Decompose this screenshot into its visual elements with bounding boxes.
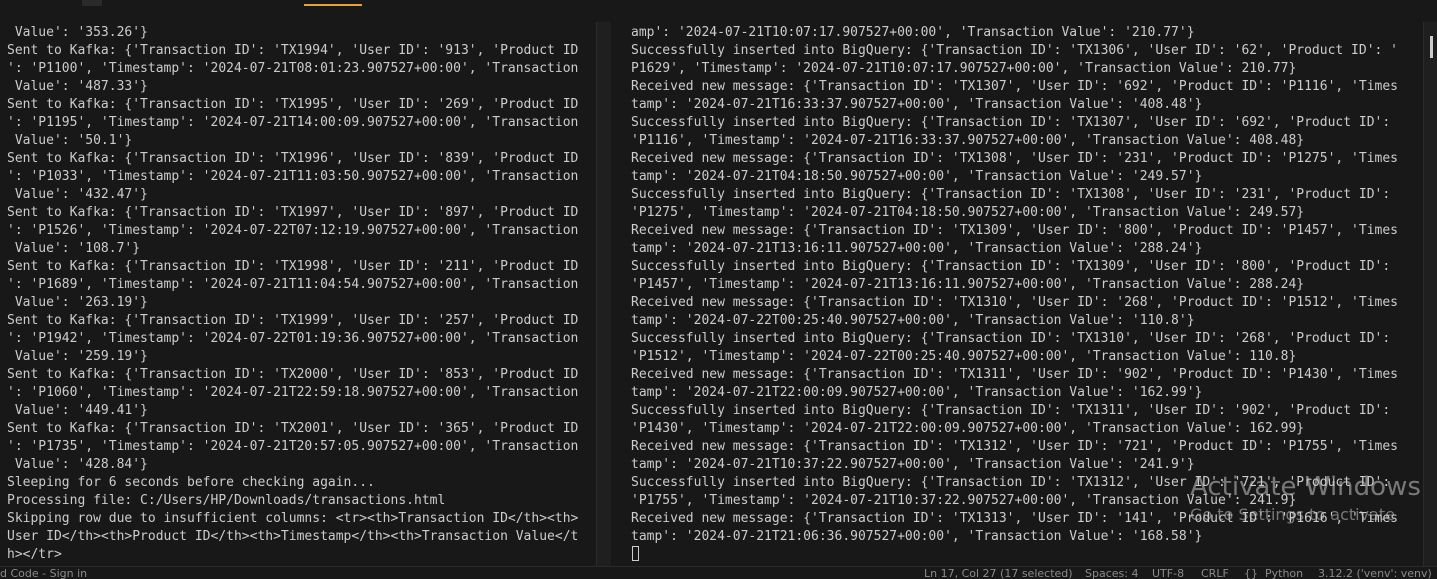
terminal-line: P1629', 'Timestamp': '2024-07-21T10:07:1…	[631, 61, 1297, 76]
terminal-line: Sent to Kafka: {'Transaction ID': 'TX199…	[7, 205, 579, 220]
terminal-line: User ID</th><th>Product ID</th><th>Times…	[7, 529, 579, 544]
status-line-ending[interactable]: CRLF	[1201, 567, 1229, 579]
terminal-line: Received new message: {'Transaction ID':…	[631, 439, 1399, 454]
terminal-line: Sent to Kafka: {'Transaction ID': 'TX200…	[7, 367, 579, 382]
terminal-line: Successfully inserted into BigQuery: {'T…	[631, 403, 1391, 418]
terminal-line: Sent to Kafka: {'Transaction ID': 'TX199…	[7, 43, 579, 58]
status-cursor-position[interactable]: Ln 17, Col 27 (17 selected)	[924, 567, 1073, 579]
terminal-line: 'P1275', 'Timestamp': '2024-07-21T04:18:…	[631, 205, 1305, 220]
terminal-line: Sent to Kafka: {'Transaction ID': 'TX200…	[7, 421, 579, 436]
terminal-line: Successfully inserted into BigQuery: {'T…	[631, 115, 1391, 130]
status-python-interpreter[interactable]: 3.12.2 ('venv': venv)	[1318, 567, 1432, 579]
status-indentation[interactable]: Spaces: 4	[1085, 567, 1138, 579]
terminal-line: 'P1116', 'Timestamp': '2024-07-21T16:33:…	[631, 133, 1305, 148]
terminal-line: tamp': '2024-07-22T00:25:40.907527+00:00…	[631, 313, 1195, 328]
terminal-line: Value': '353.26'}	[7, 25, 148, 40]
editor-tab[interactable]	[82, 0, 102, 6]
terminal-line: Skipping row due to insufficient columns…	[7, 511, 579, 526]
terminal-line: Value': '50.1'}	[7, 133, 133, 148]
terminal-line: ': 'P1060', 'Timestamp': '2024-07-21T22:…	[7, 385, 579, 400]
terminal-line: Sent to Kafka: {'Transaction ID': 'TX199…	[7, 97, 579, 112]
terminal-line: Successfully inserted into BigQuery: {'T…	[631, 187, 1391, 202]
terminal-output-right: amp': '2024-07-21T10:07:17.907527+00:00'…	[631, 24, 1398, 546]
terminal-line: Processing file: C:/Users/HP/Downloads/t…	[7, 493, 446, 508]
terminal-line: Value': '263.19'}	[7, 295, 148, 310]
terminal-line: h></tr>	[7, 547, 62, 562]
terminal-line: Sleeping for 6 seconds before checking a…	[7, 475, 375, 490]
terminal-line: ': 'P1195', 'Timestamp': '2024-07-21T14:…	[7, 115, 579, 130]
terminal-line: Received new message: {'Transaction ID':…	[631, 223, 1399, 238]
terminal-line: 'P1457', 'Timestamp': '2024-07-21T13:16:…	[631, 277, 1305, 292]
active-tab-indicator	[304, 4, 362, 6]
terminal-line: 'P1430', 'Timestamp': '2024-07-21T22:00:…	[631, 421, 1305, 436]
terminal-line: Value': '432.47'}	[7, 187, 148, 202]
terminal-line: tamp': '2024-07-21T10:37:22.907527+00:00…	[631, 457, 1195, 472]
terminal-cursor	[632, 546, 639, 561]
editor-tab-bar	[0, 0, 1437, 6]
terminal-line: tamp': '2024-07-21T13:16:11.907527+00:00…	[631, 241, 1203, 256]
status-encoding[interactable]: UTF-8	[1152, 567, 1184, 579]
terminal-line: tamp': '2024-07-21T04:18:50.907527+00:00…	[631, 169, 1203, 184]
terminal-line: Value': '108.7'}	[7, 241, 141, 256]
terminal-line: Received new message: {'Transaction ID':…	[631, 151, 1399, 166]
terminal-line: Received new message: {'Transaction ID':…	[631, 295, 1399, 310]
pane-divider[interactable]	[611, 22, 623, 566]
terminal-line: Sent to Kafka: {'Transaction ID': 'TX199…	[7, 313, 579, 328]
terminal-line: tamp': '2024-07-21T21:06:36.907527+00:00…	[631, 529, 1203, 544]
terminal-line: ': 'P1526', 'Timestamp': '2024-07-22T07:…	[7, 223, 579, 238]
terminal-line: Successfully inserted into BigQuery: {'T…	[631, 475, 1391, 490]
terminal-scrollbar-left[interactable]	[596, 22, 611, 566]
terminal-line: Sent to Kafka: {'Transaction ID': 'TX199…	[7, 151, 579, 166]
status-bar: d Code - Sign in Ln 17, Col 27 (17 selec…	[0, 566, 1437, 579]
terminal-pane-left[interactable]: Value': '353.26'} Sent to Kafka: {'Transa…	[0, 22, 596, 566]
status-language-mode[interactable]: Python	[1265, 567, 1303, 579]
terminal-line: Successfully inserted into BigQuery: {'T…	[631, 43, 1399, 58]
terminal-line: Successfully inserted into BigQuery: {'T…	[631, 259, 1391, 274]
braces-icon[interactable]: {}	[1244, 567, 1258, 579]
terminal-scrollbar-right[interactable]	[1423, 22, 1437, 566]
terminal-line: tamp': '2024-07-21T16:33:37.907527+00:00…	[631, 97, 1203, 112]
terminal-line: Received new message: {'Transaction ID':…	[631, 511, 1399, 526]
terminal-line: Value': '487.33'}	[7, 79, 148, 94]
terminal-line: amp': '2024-07-21T10:07:17.907527+00:00'…	[631, 25, 1195, 40]
terminal-line: ': 'P1942', 'Timestamp': '2024-07-22T01:…	[7, 331, 579, 346]
terminal-line: ': 'P1689', 'Timestamp': '2024-07-21T11:…	[7, 277, 579, 292]
terminal-line: Value': '449.41'}	[7, 403, 148, 418]
terminal-line: Successfully inserted into BigQuery: {'T…	[631, 331, 1391, 346]
terminal-output-left: Value': '353.26'} Sent to Kafka: {'Transa…	[7, 24, 578, 564]
terminal-line: ': 'P1033', 'Timestamp': '2024-07-21T11:…	[7, 169, 579, 184]
terminal-line: Received new message: {'Transaction ID':…	[631, 79, 1399, 94]
terminal-line: ': 'P1100', 'Timestamp': '2024-07-21T08:…	[7, 61, 579, 76]
terminal-line: ': 'P1735', 'Timestamp': '2024-07-21T20:…	[7, 439, 579, 454]
status-account-item[interactable]: d Code - Sign in	[0, 567, 87, 579]
terminal-line: 'P1755', 'Timestamp': '2024-07-21T10:37:…	[631, 493, 1297, 508]
terminal-line: Value': '259.19'}	[7, 349, 148, 364]
terminal-line: tamp': '2024-07-21T22:00:09.907527+00:00…	[631, 385, 1203, 400]
scrollbar-thumb[interactable]	[1430, 36, 1433, 58]
terminal-line: Sent to Kafka: {'Transaction ID': 'TX199…	[7, 259, 579, 274]
terminal-line: 'P1512', 'Timestamp': '2024-07-22T00:25:…	[631, 349, 1297, 364]
terminal-line: Received new message: {'Transaction ID':…	[631, 367, 1399, 382]
terminal-line: Value': '428.84'}	[7, 457, 148, 472]
terminal-pane-right[interactable]: amp': '2024-07-21T10:07:17.907527+00:00'…	[624, 22, 1430, 566]
